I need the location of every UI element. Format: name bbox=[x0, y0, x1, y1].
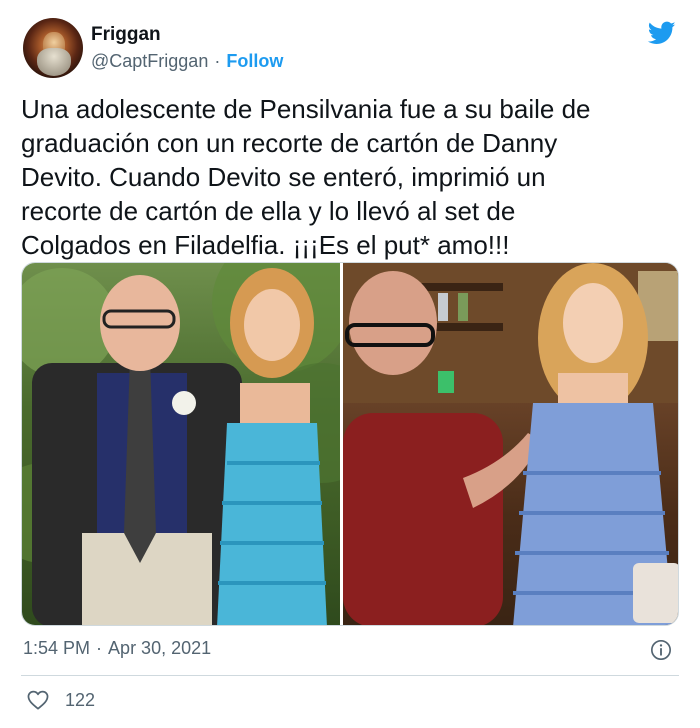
photo-1-illustration bbox=[22, 263, 340, 625]
handle-separator: · bbox=[214, 51, 221, 71]
tweet-timestamp[interactable]: 1:54 PM · Apr 30, 2021 bbox=[23, 638, 211, 659]
author-handle-row: @CaptFriggan · Follow bbox=[91, 51, 283, 72]
twitter-bird-icon[interactable] bbox=[646, 19, 678, 47]
info-icon[interactable] bbox=[650, 639, 672, 661]
author-name[interactable]: Friggan bbox=[91, 24, 161, 46]
heart-icon[interactable] bbox=[27, 690, 49, 710]
tweet-photo-2[interactable] bbox=[343, 263, 678, 625]
tweet-time: 1:54 PM bbox=[23, 638, 91, 658]
follow-button[interactable]: Follow bbox=[226, 51, 283, 71]
tweet-date: Apr 30, 2021 bbox=[108, 638, 212, 658]
tweet-photo-1[interactable] bbox=[22, 263, 340, 625]
avatar[interactable] bbox=[23, 18, 83, 78]
timestamp-separator: · bbox=[96, 638, 103, 658]
divider bbox=[21, 675, 679, 676]
tweet-text: Una adolescente de Pensilvania fue a su … bbox=[21, 94, 591, 260]
like-count: 122 bbox=[65, 690, 96, 710]
photo-2-illustration bbox=[343, 263, 678, 625]
tweet-media[interactable] bbox=[21, 262, 679, 626]
avatar-beard bbox=[37, 48, 71, 76]
author-handle[interactable]: @CaptFriggan bbox=[91, 51, 208, 71]
